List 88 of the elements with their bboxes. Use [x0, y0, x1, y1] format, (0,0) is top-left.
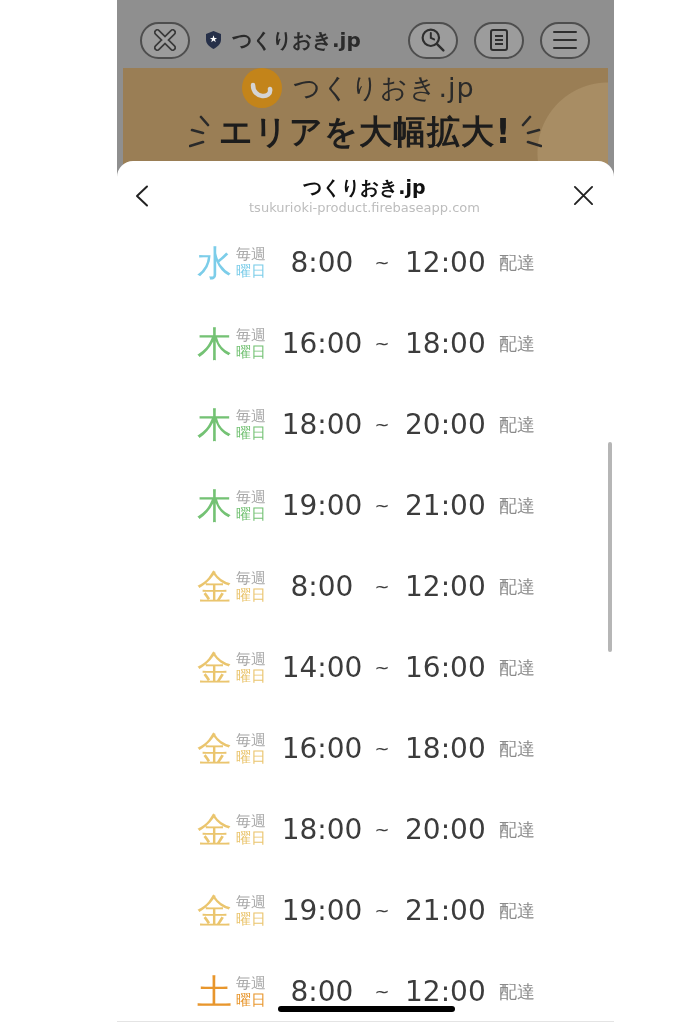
start-time: 8:00 [289, 569, 355, 604]
weekday-label: 曜日 [236, 748, 266, 766]
reader-button[interactable] [474, 21, 524, 59]
banner-brand: つくりおき.jp [293, 71, 475, 105]
start-time: 16:00 [280, 731, 364, 766]
weekday-label: 曜日 [236, 667, 266, 685]
weekly-label: 毎週 [236, 650, 266, 668]
weekly-label: 毎週 [236, 407, 266, 425]
weekday-kanji: 金 [197, 809, 233, 850]
delivery-label: 配達 [499, 250, 535, 275]
back-button[interactable] [135, 184, 149, 207]
range-separator: ~ [373, 657, 391, 678]
weekly-label: 毎週 [236, 488, 266, 506]
weekday-label: 曜日 [236, 586, 266, 604]
close-icon [154, 29, 176, 51]
logo-icon [242, 68, 283, 108]
weekday-label: 曜日 [236, 991, 266, 1009]
history-search-button[interactable] [408, 21, 458, 59]
end-time: 18:00 [405, 326, 487, 361]
weekday-kanji: 水 [197, 242, 233, 283]
start-time: 19:00 [280, 893, 364, 928]
menu-button[interactable] [540, 21, 590, 59]
weekday-kanji: 金 [197, 566, 233, 607]
start-time: 8:00 [289, 974, 355, 1009]
weekday-label: 曜日 [236, 829, 266, 847]
end-time: 12:00 [405, 569, 487, 604]
site-url: tsukurioki-product.firebaseapp.com [249, 198, 480, 216]
weekly-label: 毎週 [236, 245, 266, 263]
weekday-kanji: 木 [197, 404, 233, 445]
start-time: 19:00 [280, 488, 364, 523]
weekday-label: 曜日 [236, 505, 266, 523]
weekly-label: 毎週 [236, 731, 266, 749]
delivery-label: 配達 [499, 493, 535, 518]
start-time: 18:00 [280, 812, 364, 847]
delivery-label: 配達 [499, 574, 535, 599]
weekday-kanji: 金 [197, 728, 233, 769]
weekly-label: 毎週 [236, 326, 266, 344]
delivery-label: 配達 [499, 655, 535, 680]
close-button[interactable] [573, 185, 594, 206]
delivery-label: 配達 [499, 979, 535, 1004]
shield-icon [206, 31, 221, 49]
weekday-kanji: 土 [197, 971, 233, 1012]
delivery-label: 配達 [499, 817, 535, 842]
end-time: 12:00 [405, 245, 487, 280]
start-time: 8:00 [289, 245, 355, 280]
banner-headline: エリアを大幅拡大! [219, 111, 512, 153]
range-separator: ~ [373, 738, 391, 759]
end-time: 16:00 [405, 650, 487, 685]
weekday-kanji: 木 [197, 485, 233, 526]
weekday-label: 曜日 [236, 424, 266, 442]
end-time: 20:00 [405, 812, 487, 847]
weekly-label: 毎週 [236, 974, 266, 992]
weekly-label: 毎週 [236, 569, 266, 587]
delivery-label: 配達 [499, 412, 535, 437]
weekday-kanji: 金 [197, 890, 233, 931]
end-time: 21:00 [405, 893, 487, 928]
end-time: 21:00 [405, 488, 487, 523]
range-separator: ~ [373, 414, 391, 435]
weekly-label: 毎週 [236, 893, 266, 911]
range-separator: ~ [373, 495, 391, 516]
start-time: 14:00 [280, 650, 364, 685]
search-clock-icon [421, 28, 445, 52]
menu-icon [553, 31, 577, 49]
delivery-label: 配達 [499, 898, 535, 923]
end-time: 18:00 [405, 731, 487, 766]
range-separator: ~ [373, 576, 391, 597]
range-separator: ~ [373, 900, 391, 921]
back-chevron-icon [135, 184, 149, 207]
weekday-kanji: 金 [197, 647, 233, 688]
weekday-label: 曜日 [236, 262, 266, 280]
range-separator: ~ [373, 981, 391, 1002]
weekly-label: 毎週 [236, 812, 266, 830]
range-separator: ~ [373, 252, 391, 273]
start-time: 16:00 [280, 326, 364, 361]
range-separator: ~ [373, 333, 391, 354]
document-icon [490, 29, 508, 51]
delivery-label: 配達 [499, 331, 535, 356]
sheet-title: つくりおき.jp [303, 175, 426, 199]
end-time: 20:00 [405, 407, 487, 442]
range-separator: ~ [373, 819, 391, 840]
end-time: 12:00 [405, 974, 487, 1009]
delivery-label: 配達 [499, 736, 535, 761]
site-title: つくりおき.jp [232, 26, 361, 54]
weekday-label: 曜日 [236, 343, 266, 361]
start-time: 18:00 [280, 407, 364, 442]
close-icon [573, 185, 594, 206]
weekday-kanji: 木 [197, 323, 233, 364]
weekday-label: 曜日 [236, 910, 266, 928]
